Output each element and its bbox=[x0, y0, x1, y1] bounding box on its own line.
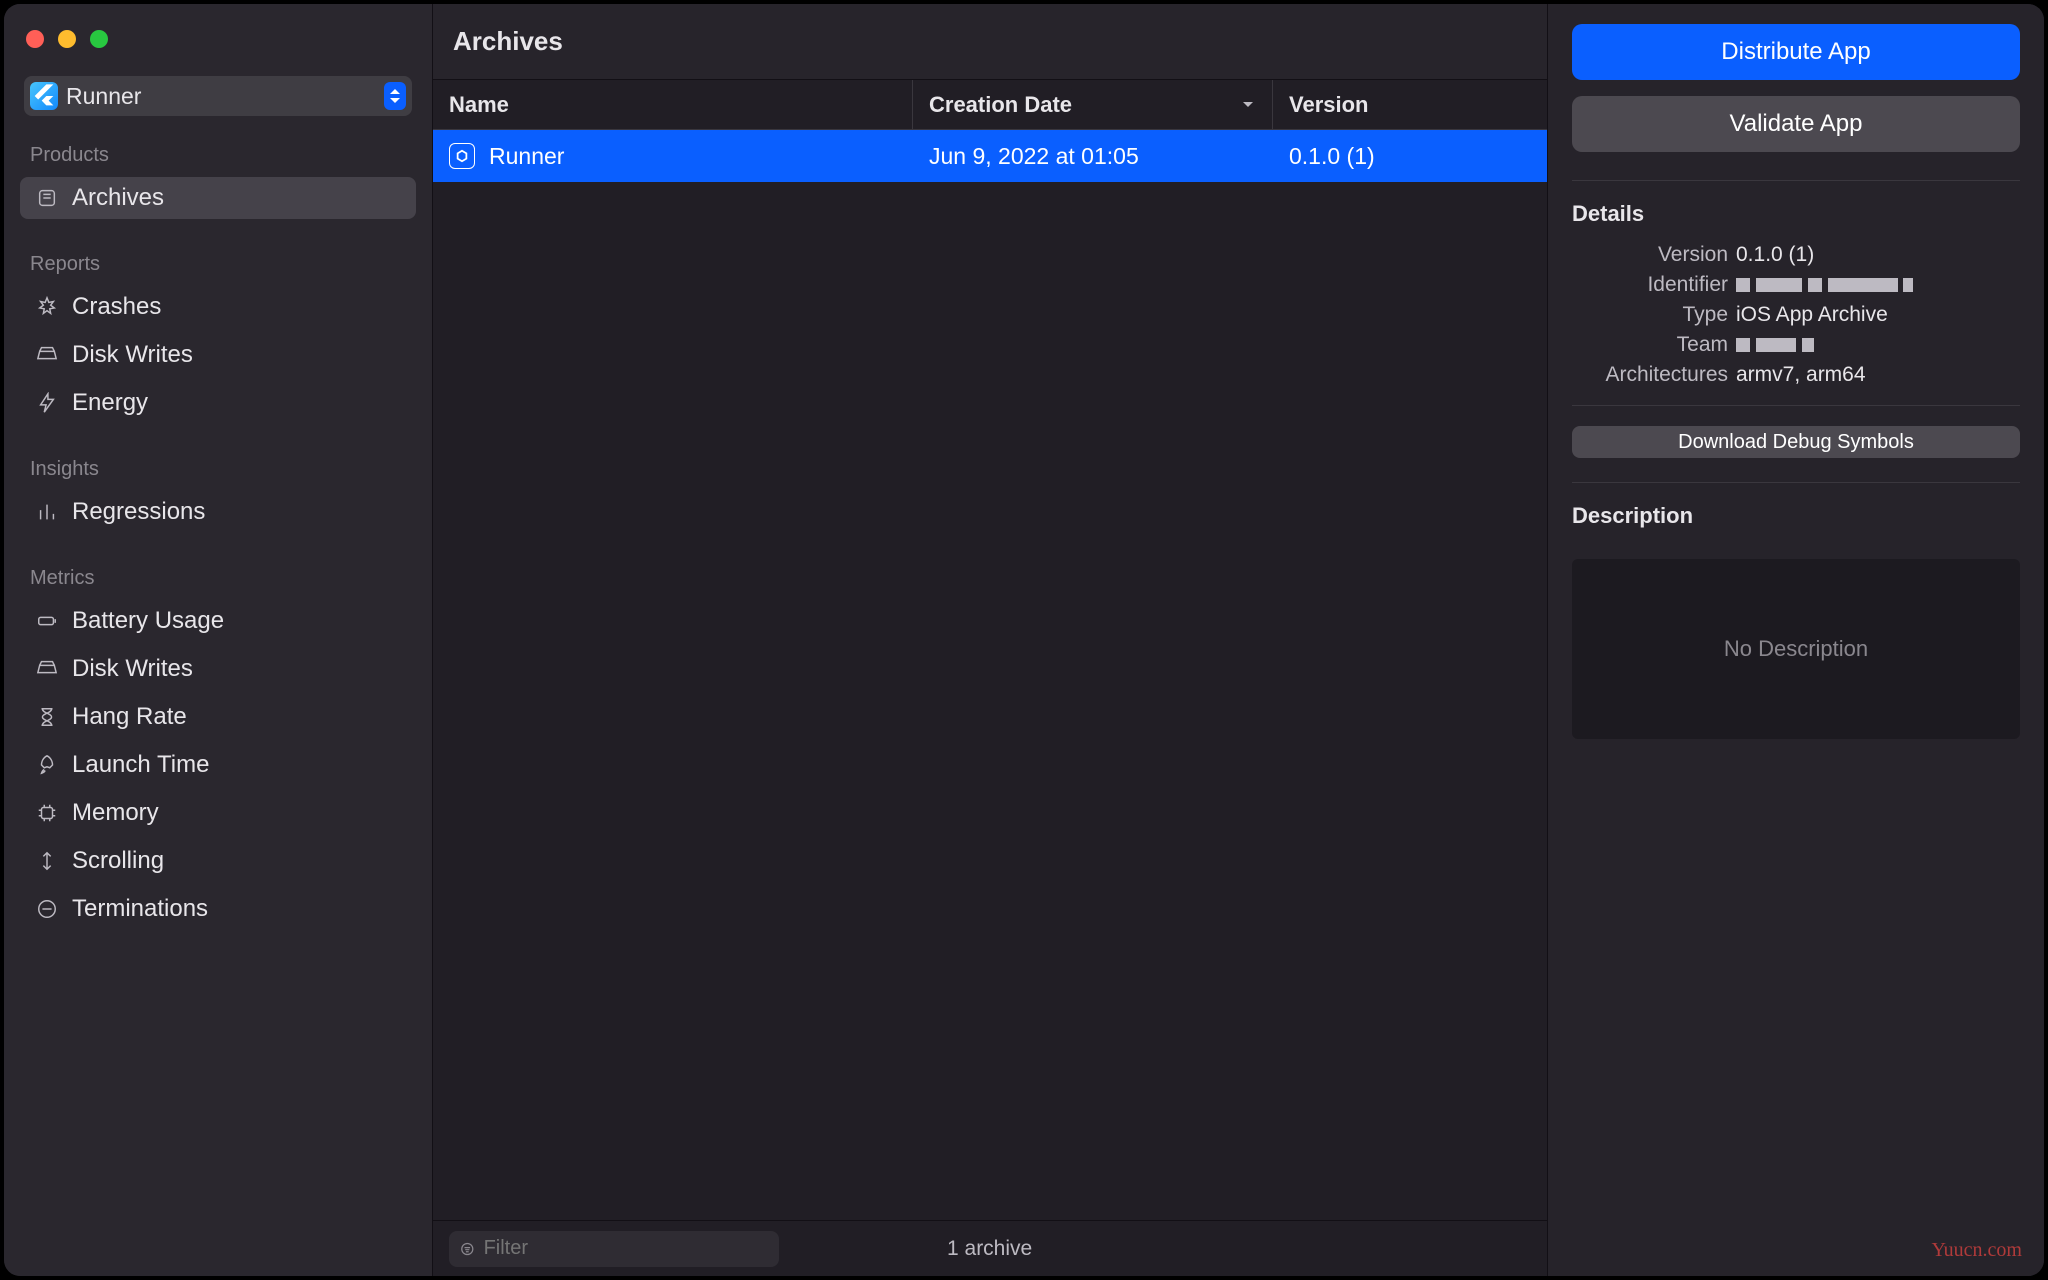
divider bbox=[1572, 405, 2020, 406]
crash-icon bbox=[34, 296, 60, 318]
filter-icon bbox=[459, 1240, 476, 1258]
no-description-placeholder: No Description bbox=[1724, 636, 1868, 662]
rocket-icon bbox=[34, 754, 60, 776]
archive-count: 1 archive bbox=[947, 1237, 1032, 1261]
cell-name: Runner bbox=[433, 130, 913, 182]
divider bbox=[1572, 180, 2020, 181]
sidebar-item-crashes[interactable]: Crashes bbox=[20, 286, 416, 328]
column-creation-date[interactable]: Creation Date bbox=[913, 80, 1273, 129]
page-title: Archives bbox=[433, 4, 1547, 80]
hourglass-icon bbox=[34, 706, 60, 728]
disk-icon bbox=[34, 344, 60, 366]
sidebar-item-energy[interactable]: Energy bbox=[20, 382, 416, 424]
filter-input[interactable] bbox=[484, 1237, 769, 1260]
sidebar-item-terminations[interactable]: Terminations bbox=[20, 888, 416, 930]
validate-button[interactable]: Validate App bbox=[1572, 96, 2020, 152]
sidebar-item-launch-time[interactable]: Launch Time bbox=[20, 744, 416, 786]
sidebar-item-label: Energy bbox=[72, 389, 148, 417]
filter-field[interactable] bbox=[449, 1231, 779, 1267]
team-value-redacted bbox=[1736, 333, 2020, 357]
distribute-button[interactable]: Distribute App bbox=[1572, 24, 2020, 80]
sidebar-item-hang-rate[interactable]: Hang Rate bbox=[20, 696, 416, 738]
organizer-window: Runner Products Archives Reports Crashes… bbox=[4, 4, 2044, 1276]
description-box[interactable]: No Description bbox=[1572, 559, 2020, 739]
details-heading: Details bbox=[1572, 201, 2020, 227]
detail-identifier: Identifier bbox=[1572, 273, 2020, 297]
section-metrics: Metrics bbox=[14, 559, 422, 594]
chevron-down-icon bbox=[1240, 92, 1256, 118]
stepper-icon[interactable] bbox=[384, 82, 406, 110]
sidebar-item-label: Disk Writes bbox=[72, 341, 193, 369]
window-controls bbox=[14, 18, 422, 70]
sidebar-item-label: Memory bbox=[72, 799, 159, 827]
sidebar-item-label: Disk Writes bbox=[72, 655, 193, 683]
details-panel: Distribute App Validate App Details Vers… bbox=[1548, 4, 2044, 1276]
flutter-icon bbox=[30, 82, 58, 110]
close-icon[interactable] bbox=[26, 30, 44, 48]
sidebar-item-archives[interactable]: Archives bbox=[20, 177, 416, 219]
app-picker-label: Runner bbox=[66, 83, 141, 110]
table-row[interactable]: Runner Jun 9, 2022 at 01:05 0.1.0 (1) bbox=[433, 130, 1547, 182]
sidebar-item-label: Terminations bbox=[72, 895, 208, 923]
sidebar-item-disk-writes-metric[interactable]: Disk Writes bbox=[20, 648, 416, 690]
divider bbox=[1572, 482, 2020, 483]
identifier-value-redacted bbox=[1736, 273, 2020, 297]
sidebar-item-regressions[interactable]: Regressions bbox=[20, 491, 416, 533]
cell-version: 0.1.0 (1) bbox=[1273, 130, 1547, 182]
sidebar-item-label: Scrolling bbox=[72, 847, 164, 875]
sidebar-item-label: Hang Rate bbox=[72, 703, 187, 731]
sidebar-item-disk-writes[interactable]: Disk Writes bbox=[20, 334, 416, 376]
detail-type: Type iOS App Archive bbox=[1572, 303, 2020, 327]
disk-icon bbox=[34, 658, 60, 680]
sidebar-item-label: Battery Usage bbox=[72, 607, 224, 635]
archive-icon bbox=[34, 187, 60, 209]
chip-icon bbox=[34, 802, 60, 824]
zoom-icon[interactable] bbox=[90, 30, 108, 48]
bars-icon bbox=[34, 501, 60, 523]
sidebar-item-label: Crashes bbox=[72, 293, 161, 321]
detail-team: Team bbox=[1572, 333, 2020, 357]
detail-architectures: Architectures armv7, arm64 bbox=[1572, 363, 2020, 387]
battery-icon bbox=[34, 610, 60, 632]
minimize-icon[interactable] bbox=[58, 30, 76, 48]
sidebar-item-label: Regressions bbox=[72, 498, 205, 526]
section-insights: Insights bbox=[14, 450, 422, 485]
cell-date: Jun 9, 2022 at 01:05 bbox=[913, 130, 1273, 182]
section-reports: Reports bbox=[14, 245, 422, 280]
watermark: Yuucn.com bbox=[1931, 1239, 2022, 1262]
bolt-icon bbox=[34, 392, 60, 414]
section-products: Products bbox=[14, 136, 422, 171]
column-version[interactable]: Version bbox=[1273, 80, 1547, 129]
sidebar-item-label: Launch Time bbox=[72, 751, 209, 779]
sidebar-item-label: Archives bbox=[72, 184, 164, 212]
description-heading: Description bbox=[1572, 503, 2020, 529]
sidebar: Runner Products Archives Reports Crashes… bbox=[4, 4, 432, 1276]
app-picker[interactable]: Runner bbox=[24, 76, 412, 116]
table-header: Name Creation Date Version bbox=[433, 80, 1547, 130]
app-archive-icon bbox=[449, 143, 475, 169]
sidebar-item-scrolling[interactable]: Scrolling bbox=[20, 840, 416, 882]
scroll-icon bbox=[34, 850, 60, 872]
table-footer: 1 archive bbox=[433, 1220, 1547, 1276]
download-debug-symbols-button[interactable]: Download Debug Symbols bbox=[1572, 426, 2020, 458]
sidebar-item-battery[interactable]: Battery Usage bbox=[20, 600, 416, 642]
sidebar-item-memory[interactable]: Memory bbox=[20, 792, 416, 834]
main-content: Archives Name Creation Date Version Runn… bbox=[432, 4, 1548, 1276]
minus-circle-icon bbox=[34, 898, 60, 920]
detail-version: Version 0.1.0 (1) bbox=[1572, 243, 2020, 267]
column-name[interactable]: Name bbox=[433, 80, 913, 129]
